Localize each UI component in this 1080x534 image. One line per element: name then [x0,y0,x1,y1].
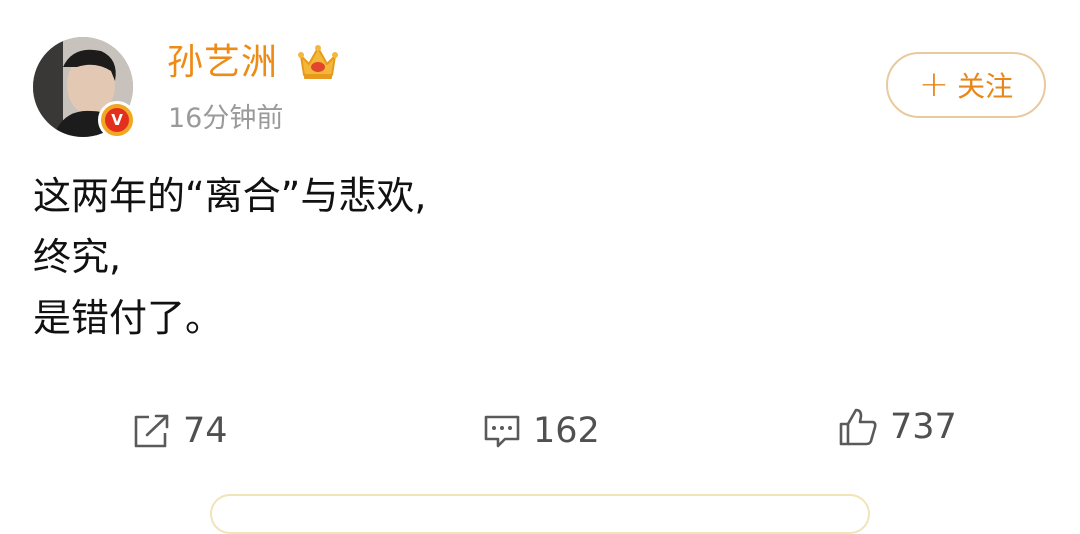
weibo-post: V 孙艺洲 16分钟前 + 关注 这两年的“离合”与悲欢, 终究, 是错付了。 … [0,0,1080,534]
content-line: 是错付了。 [33,296,224,340]
comment-input-bar[interactable] [210,494,870,534]
follow-label: 关注 [957,70,1014,103]
thumbs-up-icon [839,408,877,446]
share-icon [134,414,169,448]
crown-icon [298,45,338,79]
comment-button[interactable]: 162 [483,406,600,456]
content-line: 这两年的“离合”与悲欢, [33,174,427,218]
repost-button[interactable]: 74 [133,406,228,456]
content-line: 终究, [33,235,122,279]
plus-icon: + [918,64,950,105]
verified-badge: V [98,101,136,139]
comment-icon [484,415,520,448]
timestamp: 16分钟前 [168,103,284,134]
username[interactable]: 孙艺洲 [167,40,278,86]
like-count: 737 [890,407,957,447]
repost-count: 74 [183,411,228,451]
like-button[interactable]: 737 [838,402,957,452]
post-content: 这两年的“离合”与悲欢, 终究, 是错付了。 [33,166,1033,349]
follow-button[interactable]: + 关注 [886,52,1046,118]
verified-v-icon: V [105,108,129,132]
comment-count: 162 [533,411,600,451]
